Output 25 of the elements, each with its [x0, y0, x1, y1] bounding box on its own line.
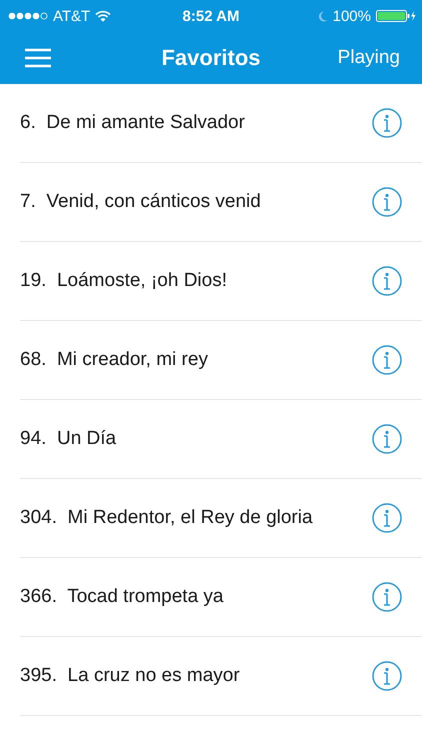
- wifi-icon: [95, 10, 112, 22]
- moon-icon: [318, 10, 328, 22]
- info-icon[interactable]: [372, 266, 402, 296]
- info-icon[interactable]: [372, 187, 402, 217]
- song-title[interactable]: 304. Mi Redentor, el Rey de gloria: [20, 507, 313, 529]
- song-title[interactable]: 19. Loámoste, ¡oh Dios!: [20, 270, 227, 292]
- battery-percent: 100%: [332, 8, 371, 24]
- battery-icon: [376, 10, 416, 22]
- status-time: 8:52 AM: [182, 8, 240, 24]
- song-title[interactable]: 395. La cruz no es mayor: [20, 665, 240, 687]
- song-title[interactable]: 366. Tocad trompeta ya: [20, 586, 224, 608]
- nav-title: Favoritos: [161, 45, 261, 71]
- info-icon[interactable]: [372, 503, 402, 533]
- info-icon[interactable]: [372, 582, 402, 612]
- song-title[interactable]: 68. Mi creador, mi rey: [20, 349, 208, 371]
- menu-button[interactable]: [24, 48, 52, 68]
- info-icon[interactable]: [372, 424, 402, 454]
- signal-icon: [8, 12, 48, 20]
- info-icon[interactable]: [372, 345, 402, 375]
- song-title[interactable]: 7. Venid, con cánticos venid: [20, 191, 261, 213]
- song-title[interactable]: 6. De mi amante Salvador: [20, 112, 245, 134]
- song-title[interactable]: 94. Un Día: [20, 428, 116, 450]
- carrier-name: AT&T: [53, 8, 90, 24]
- info-icon[interactable]: [372, 108, 402, 138]
- info-icon[interactable]: [372, 661, 402, 691]
